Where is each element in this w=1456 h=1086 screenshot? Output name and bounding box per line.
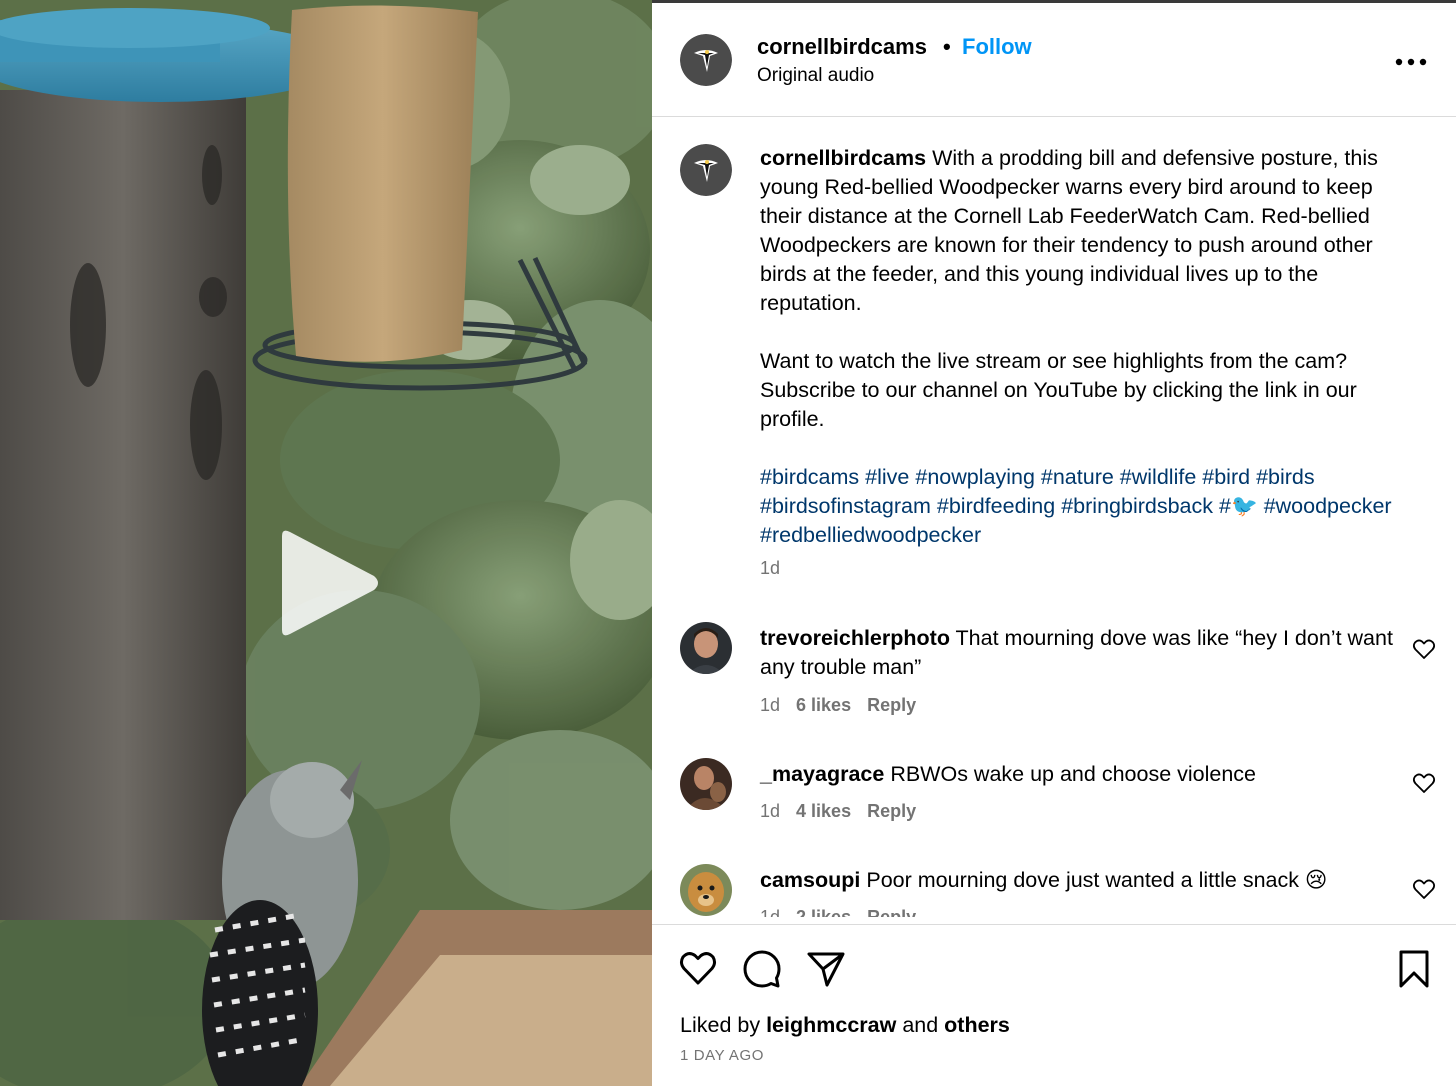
avatar-photo-icon: [680, 758, 732, 810]
comment-username[interactable]: trevoreichlerphoto: [760, 626, 950, 650]
comment-username[interactable]: camsoupi: [760, 868, 860, 892]
caption-text: cornellbirdcams With a prodding bill and…: [760, 144, 1410, 550]
caption-paragraph-2: Want to watch the live stream or see hig…: [760, 349, 1357, 431]
cornell-bird-logo-icon: [680, 34, 732, 86]
comment-heart-icon[interactable]: [1412, 772, 1436, 794]
hashtag[interactable]: #nowplaying: [915, 465, 1035, 489]
heart-icon[interactable]: [678, 949, 718, 989]
comment-time[interactable]: 1d: [760, 907, 780, 917]
likes-summary: Liked by leighmccraw and others: [680, 1013, 1010, 1038]
hashtag[interactable]: #🐦: [1219, 494, 1258, 518]
post-panel: cornellbirdcams • Follow Original audio …: [652, 0, 1456, 1086]
hashtag[interactable]: #live: [865, 465, 909, 489]
likes-user[interactable]: leighmccraw: [766, 1013, 896, 1037]
hashtag[interactable]: #bird: [1202, 465, 1250, 489]
caption-username[interactable]: cornellbirdcams: [760, 146, 926, 170]
hashtag[interactable]: #bringbirdsback: [1061, 494, 1213, 518]
hashtag[interactable]: #birdcams: [760, 465, 859, 489]
comment-time[interactable]: 1d: [760, 695, 780, 715]
play-icon[interactable]: [272, 528, 382, 638]
avatar-dog-photo-icon: [680, 864, 732, 916]
hashtag[interactable]: #redbelliedwoodpecker: [760, 523, 981, 547]
action-bar: Liked by leighmccraw and others 1 DAY AG…: [652, 924, 1456, 1086]
comment-text: trevoreichlerphoto That mourning dove wa…: [760, 624, 1400, 682]
avatar-photo-icon: [680, 622, 732, 674]
comment-likes[interactable]: 6 likes: [796, 695, 851, 715]
hashtag[interactable]: #woodpecker: [1264, 494, 1392, 518]
reply-button[interactable]: Reply: [867, 801, 916, 821]
comment-heart-icon[interactable]: [1412, 638, 1436, 660]
reply-button[interactable]: Reply: [867, 907, 916, 917]
hashtag[interactable]: #birds: [1256, 465, 1315, 489]
paper-plane-icon[interactable]: [806, 949, 846, 989]
post-video[interactable]: [0, 0, 652, 1086]
comment-bubble-icon[interactable]: [742, 949, 782, 989]
commenter-avatar[interactable]: [680, 758, 732, 810]
comment-text: camsoupi Poor mourning dove just wanted …: [760, 866, 1400, 895]
likes-middle: and: [902, 1013, 939, 1037]
hashtag[interactable]: #birdsofinstagram: [760, 494, 931, 518]
caption-avatar[interactable]: [680, 144, 732, 196]
comment-body: RBWOs wake up and choose violence: [890, 762, 1257, 786]
comments-feed[interactable]: cornellbirdcams With a prodding bill and…: [652, 118, 1456, 917]
post-header: cornellbirdcams • Follow Original audio: [652, 3, 1456, 117]
header-username[interactable]: cornellbirdcams: [757, 34, 927, 60]
commenter-avatar[interactable]: [680, 622, 732, 674]
hashtag[interactable]: #wildlife: [1120, 465, 1196, 489]
reply-button[interactable]: Reply: [867, 695, 916, 715]
comment-meta: 1d 6 likes Reply: [760, 695, 932, 716]
hashtags: #birdcams #live #nowplaying #nature #wil…: [760, 463, 1410, 550]
more-horizontal-icon[interactable]: [1394, 55, 1428, 69]
comment-body: Poor mourning dove just wanted a little …: [866, 868, 1328, 892]
post-date[interactable]: 1 DAY AGO: [680, 1047, 764, 1064]
caption-paragraph-1: With a prodding bill and defensive postu…: [760, 146, 1378, 315]
comment-meta: 1d 2 likes Reply: [760, 907, 932, 917]
likes-prefix: Liked by: [680, 1013, 761, 1037]
comment-likes[interactable]: 4 likes: [796, 801, 851, 821]
header-separator: •: [943, 34, 951, 59]
comment-time[interactable]: 1d: [760, 801, 780, 821]
profile-avatar[interactable]: [680, 34, 732, 86]
comment-text: _mayagrace RBWOs wake up and choose viol…: [760, 760, 1400, 789]
likes-others[interactable]: others: [944, 1013, 1010, 1037]
cornell-bird-logo-icon: [680, 144, 732, 196]
hashtag[interactable]: #nature: [1041, 465, 1114, 489]
comment-heart-icon[interactable]: [1412, 878, 1436, 900]
bookmark-icon[interactable]: [1394, 949, 1434, 989]
comment-meta: 1d 4 likes Reply: [760, 801, 932, 822]
comment-likes[interactable]: 2 likes: [796, 907, 851, 917]
commenter-avatar[interactable]: [680, 864, 732, 916]
audio-label[interactable]: Original audio: [757, 65, 874, 87]
hashtag[interactable]: #birdfeeding: [937, 494, 1055, 518]
comment-username[interactable]: _mayagrace: [760, 762, 884, 786]
follow-button[interactable]: Follow: [962, 34, 1032, 60]
caption-timestamp[interactable]: 1d: [760, 558, 780, 579]
